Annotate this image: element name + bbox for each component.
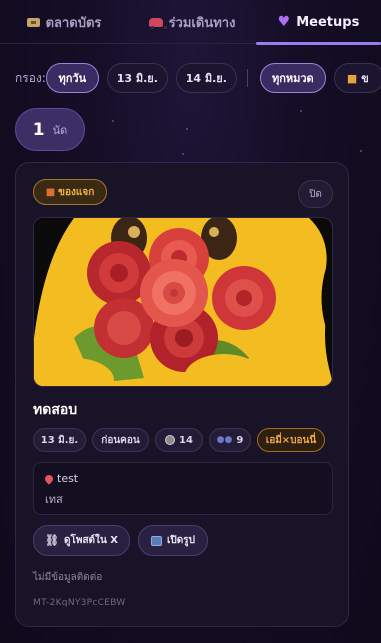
ticket-icon [26, 17, 40, 27]
gift-icon: ■ [346, 71, 358, 85]
filter-category-all[interactable]: ทุกหมวด [259, 63, 326, 93]
filter-date-13[interactable]: 13 มิ.ย. [106, 63, 168, 93]
close-label: ปิด [309, 188, 322, 200]
filter-divider [246, 69, 248, 87]
meetup-card: ■ ของแจก ปิด ทดสอบ 13 มิ.ย. ก่อนคอน 14 ●… [15, 162, 349, 627]
location-box: test เทส [33, 462, 333, 515]
chip-label: 13 มิ.ย. [116, 72, 158, 85]
tab-meetups[interactable]: ♥ Meetups [256, 0, 381, 45]
meetup-count-badge: 1 นัด [15, 108, 85, 151]
star-dot [360, 150, 362, 152]
count-value: 1 [32, 119, 45, 140]
tab-label: Meetups [296, 14, 360, 30]
badge-label: ของแจก [58, 186, 95, 198]
meetup-tags: 13 มิ.ย. ก่อนคอน 14 ●● 9 เอมี่×บอนนี่ [33, 428, 325, 452]
star-dot [300, 110, 302, 112]
tag-label: 9 [236, 434, 244, 446]
location-name-text: test [57, 472, 79, 485]
chip-label: 14 มิ.ย. [185, 72, 227, 85]
tag-label: ก่อนคอน [101, 434, 140, 446]
meetup-title: ทดสอบ [33, 402, 78, 418]
chip-label: ทุกวัน [58, 72, 87, 85]
tab-label: ตลาดบัตร [45, 15, 102, 31]
clock-icon [165, 435, 176, 445]
star-dot [182, 153, 184, 155]
chip-label: ทุกหมวด [271, 72, 314, 85]
tab-label: ร่วมเดินทาง [168, 15, 236, 31]
tab-carpool[interactable]: ร่วมเดินทาง [128, 0, 256, 44]
filter-bar: กรอง: ทุกวัน 13 มิ.ย. 14 มิ.ย. ทุกหมวด ■… [0, 61, 381, 95]
location-name: test [43, 472, 79, 485]
car-icon [148, 17, 167, 29]
image-icon [151, 535, 162, 546]
link-icon: ⛓ [45, 534, 59, 547]
chip-label: ข [361, 72, 369, 85]
button-label: เปิดรูป [167, 535, 195, 546]
filter-label: กรอง: [15, 70, 46, 85]
tag-time: 14 [155, 428, 203, 452]
close-meetup-button[interactable]: ปิด [298, 180, 333, 208]
map-pin-icon [43, 472, 55, 485]
open-image-button[interactable]: เปิดรูป [138, 525, 208, 556]
count-unit: นัด [52, 123, 68, 137]
tag-label: 14 [179, 434, 193, 446]
roses-image [34, 218, 332, 386]
tag-artist: เอมี่×บอนนี่ [257, 428, 325, 452]
location-detail: เทส [45, 493, 63, 506]
tag-label: เอมี่×บอนนี่ [265, 434, 317, 446]
category-badge-gift: ■ ของแจก [33, 179, 107, 205]
tab-bar: ตลาดบัตร ร่วมเดินทาง ♥ Meetups [0, 0, 381, 45]
tag-label: 13 มิ.ย. [40, 434, 79, 446]
star-dot [112, 120, 114, 122]
tag-date: 13 มิ.ย. [33, 428, 86, 452]
tag-people: ●● 9 [209, 428, 251, 452]
star-dot [186, 128, 188, 130]
tag-timing: ก่อนคอน [92, 428, 149, 452]
filter-date-all[interactable]: ทุกวัน [45, 63, 99, 93]
button-label: ดูโพสต์ใน X [64, 535, 118, 546]
people-icon: ●● [216, 435, 233, 445]
filter-category-gift[interactable]: ■ ข [333, 63, 381, 93]
tab-ticket-market[interactable]: ตลาดบัตร [0, 0, 128, 44]
purple-heart-icon: ♥ [277, 14, 291, 30]
gift-icon: ■ [45, 186, 56, 198]
meetup-id: MT-2KqNY3PcCEBW [33, 598, 126, 608]
filter-date-14[interactable]: 14 มิ.ย. [175, 63, 237, 93]
view-post-on-x-button[interactable]: ⛓ ดูโพสต์ใน X [33, 525, 130, 556]
no-contact-text: ไม่มีข้อมูลติดต่อ [33, 572, 103, 583]
meetup-photo[interactable] [33, 217, 333, 387]
